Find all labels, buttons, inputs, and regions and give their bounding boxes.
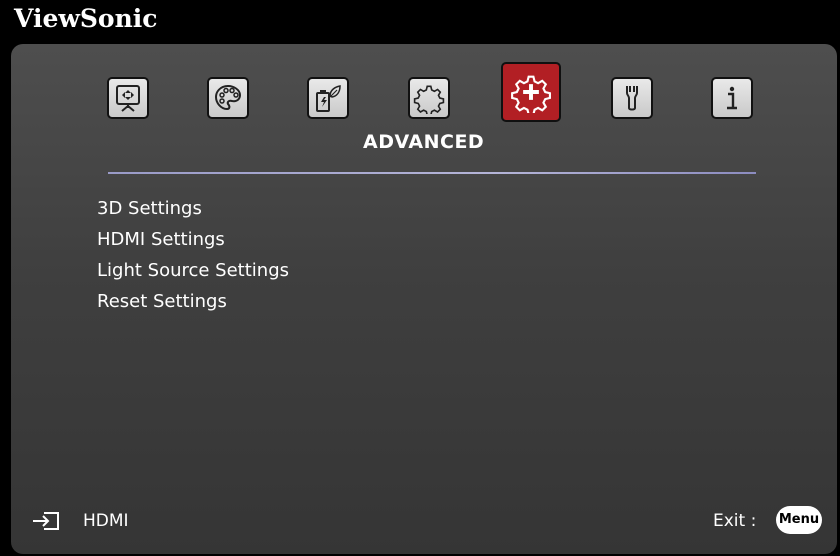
wrench-icon [626,86,638,111]
tab-basic[interactable] [408,77,450,119]
projector-screen-icon [116,85,140,112]
battery-leaf-icon [316,85,341,112]
tab-information[interactable] [711,77,753,119]
tab-advanced[interactable] [501,62,561,122]
section-title: ADVANCED [363,131,485,153]
exit-label: Exit : [713,511,757,531]
input-source-icon [33,512,59,530]
menu-item-reset-settings[interactable]: Reset Settings [97,291,227,312]
tab-system[interactable] [611,77,653,119]
gear-plus-icon [511,75,551,113]
info-icon [727,86,737,110]
tab-image[interactable] [207,77,249,119]
menu-button[interactable]: Menu [776,506,822,534]
projector-osd: ViewSonic ADVANCED 3D Settings HDMI Sett… [0,0,840,556]
gear-icon [413,85,445,114]
palette-icon [214,84,242,111]
section-divider [108,172,756,174]
menu-item-hdmi-settings[interactable]: HDMI Settings [97,229,225,250]
tab-power[interactable] [307,77,349,119]
tab-display[interactable] [107,77,149,119]
brand-logo: ViewSonic [14,4,158,33]
menu-item-light-source-settings[interactable]: Light Source Settings [97,260,289,281]
current-source-label: HDMI [83,511,129,531]
menu-item-3d-settings[interactable]: 3D Settings [97,198,202,219]
